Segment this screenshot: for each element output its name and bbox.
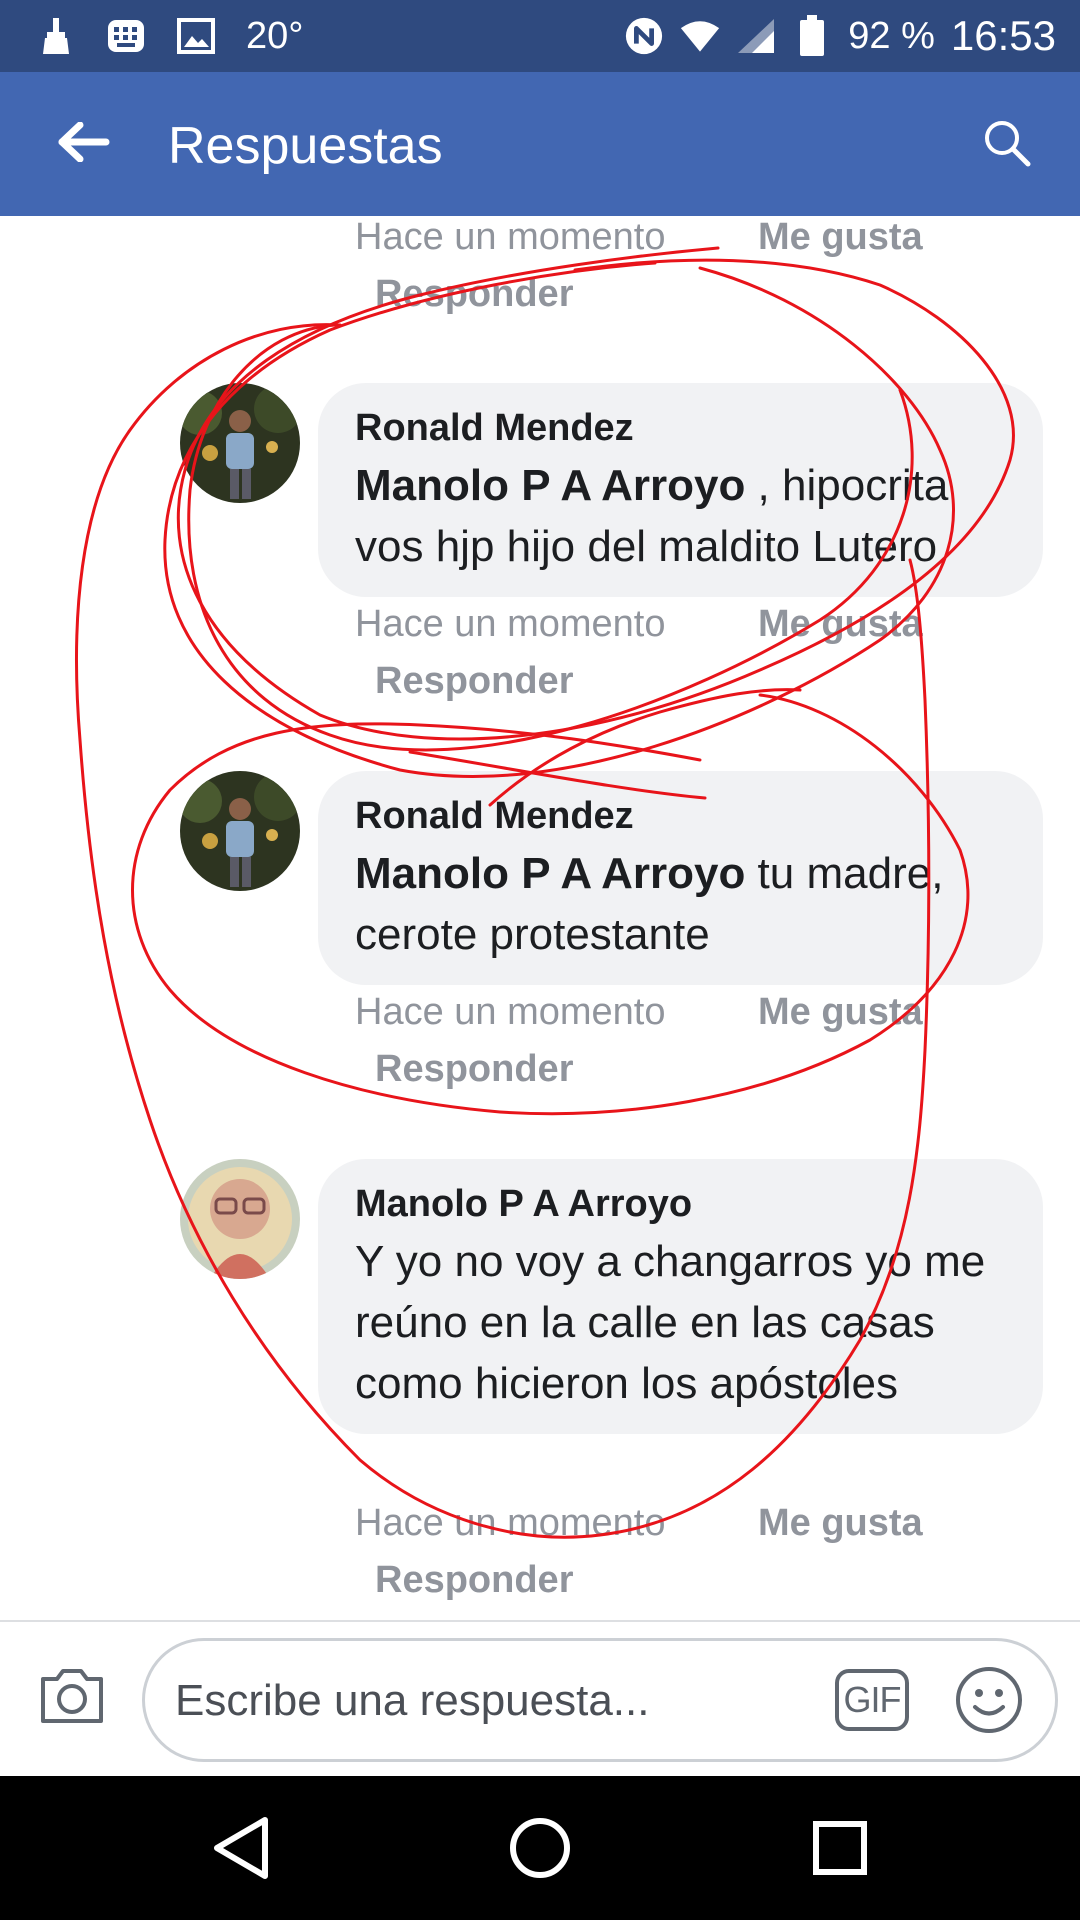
navigation-bar	[0, 1776, 1080, 1920]
comment-text: Manolo P A Arroyo , hipocrita vos hjp hi…	[355, 455, 1007, 577]
reply-button[interactable]: Responder	[375, 660, 573, 703]
signal-icon	[736, 16, 776, 56]
app-bar: Respuestas	[0, 72, 1080, 216]
comment-bubble[interactable]: Manolo P A Arroyo Y yo no voy a changarr…	[318, 1159, 1043, 1434]
reply-input[interactable]	[175, 1665, 815, 1737]
camera-button[interactable]	[36, 1664, 108, 1730]
circle-home-icon	[508, 1816, 572, 1885]
comments-list[interactable]: Hace un momento Me gusta Responder Ronal…	[0, 216, 1080, 1620]
avatar[interactable]	[180, 1159, 300, 1279]
nav-back-button[interactable]	[203, 1812, 279, 1888]
like-button[interactable]: Me gusta	[758, 991, 923, 1034]
smiley-icon	[955, 1666, 1023, 1739]
status-bar-right: 92 % 16:53	[624, 0, 1056, 72]
comment-bubble[interactable]: Ronald Mendez Manolo P A Arroyo tu madre…	[318, 771, 1043, 985]
page-title: Respuestas	[168, 117, 443, 175]
avatar[interactable]	[180, 383, 300, 503]
avatar[interactable]	[180, 771, 300, 891]
comment-text: Manolo P A Arroyo tu madre, cerote prote…	[355, 843, 1007, 965]
comment-mention[interactable]: Manolo P A Arroyo	[355, 461, 745, 510]
reply-input-container: GIF	[142, 1638, 1058, 1762]
nfc-icon	[624, 16, 664, 56]
clock-time: 16:53	[950, 12, 1056, 59]
reply-button[interactable]: Responder	[375, 1559, 573, 1602]
comment-author[interactable]: Ronald Mendez	[355, 793, 1007, 839]
reply-button[interactable]: Responder	[375, 1048, 573, 1091]
reply-button[interactable]: Responder	[375, 273, 573, 316]
comment-text: Y yo no voy a changarros yo me reúno en …	[355, 1237, 986, 1408]
nav-recents-button[interactable]	[802, 1812, 878, 1888]
reply-composer: GIF	[0, 1620, 1080, 1776]
temperature-text: 20°	[246, 14, 304, 57]
arrow-left-icon	[58, 121, 110, 167]
comment-time: Hace un momento	[355, 603, 666, 645]
gif-button[interactable]: GIF	[835, 1669, 909, 1731]
camera-icon	[37, 1665, 107, 1730]
nav-home-button[interactable]	[502, 1812, 578, 1888]
keyboard-icon	[106, 16, 146, 56]
image-icon	[176, 16, 216, 56]
status-bar: 20° 92 % 16:53	[0, 0, 1080, 72]
square-recents-icon	[812, 1820, 868, 1881]
back-button[interactable]	[48, 112, 120, 176]
emoji-button[interactable]	[955, 1666, 1023, 1739]
comment-time: Hace un momento	[355, 991, 666, 1033]
battery-icon	[792, 15, 832, 56]
like-button[interactable]: Me gusta	[758, 1502, 923, 1545]
wifi-icon	[680, 16, 720, 56]
like-button[interactable]: Me gusta	[758, 216, 923, 259]
like-button[interactable]: Me gusta	[758, 603, 923, 646]
broom-icon	[36, 16, 76, 56]
triangle-back-icon	[211, 1816, 271, 1885]
comment-author[interactable]: Ronald Mendez	[355, 405, 1007, 451]
status-bar-left: 20°	[36, 0, 303, 72]
battery-percent: 92 %	[848, 14, 935, 57]
search-icon	[982, 118, 1032, 173]
comment-author[interactable]: Manolo P A Arroyo	[355, 1181, 1007, 1227]
comment-time: Hace un momento	[355, 216, 666, 258]
comment-mention[interactable]: Manolo P A Arroyo	[355, 849, 745, 898]
search-button[interactable]	[974, 112, 1040, 178]
comment-bubble[interactable]: Ronald Mendez Manolo P A Arroyo , hipocr…	[318, 383, 1043, 597]
comment-time: Hace un momento	[355, 1502, 666, 1544]
